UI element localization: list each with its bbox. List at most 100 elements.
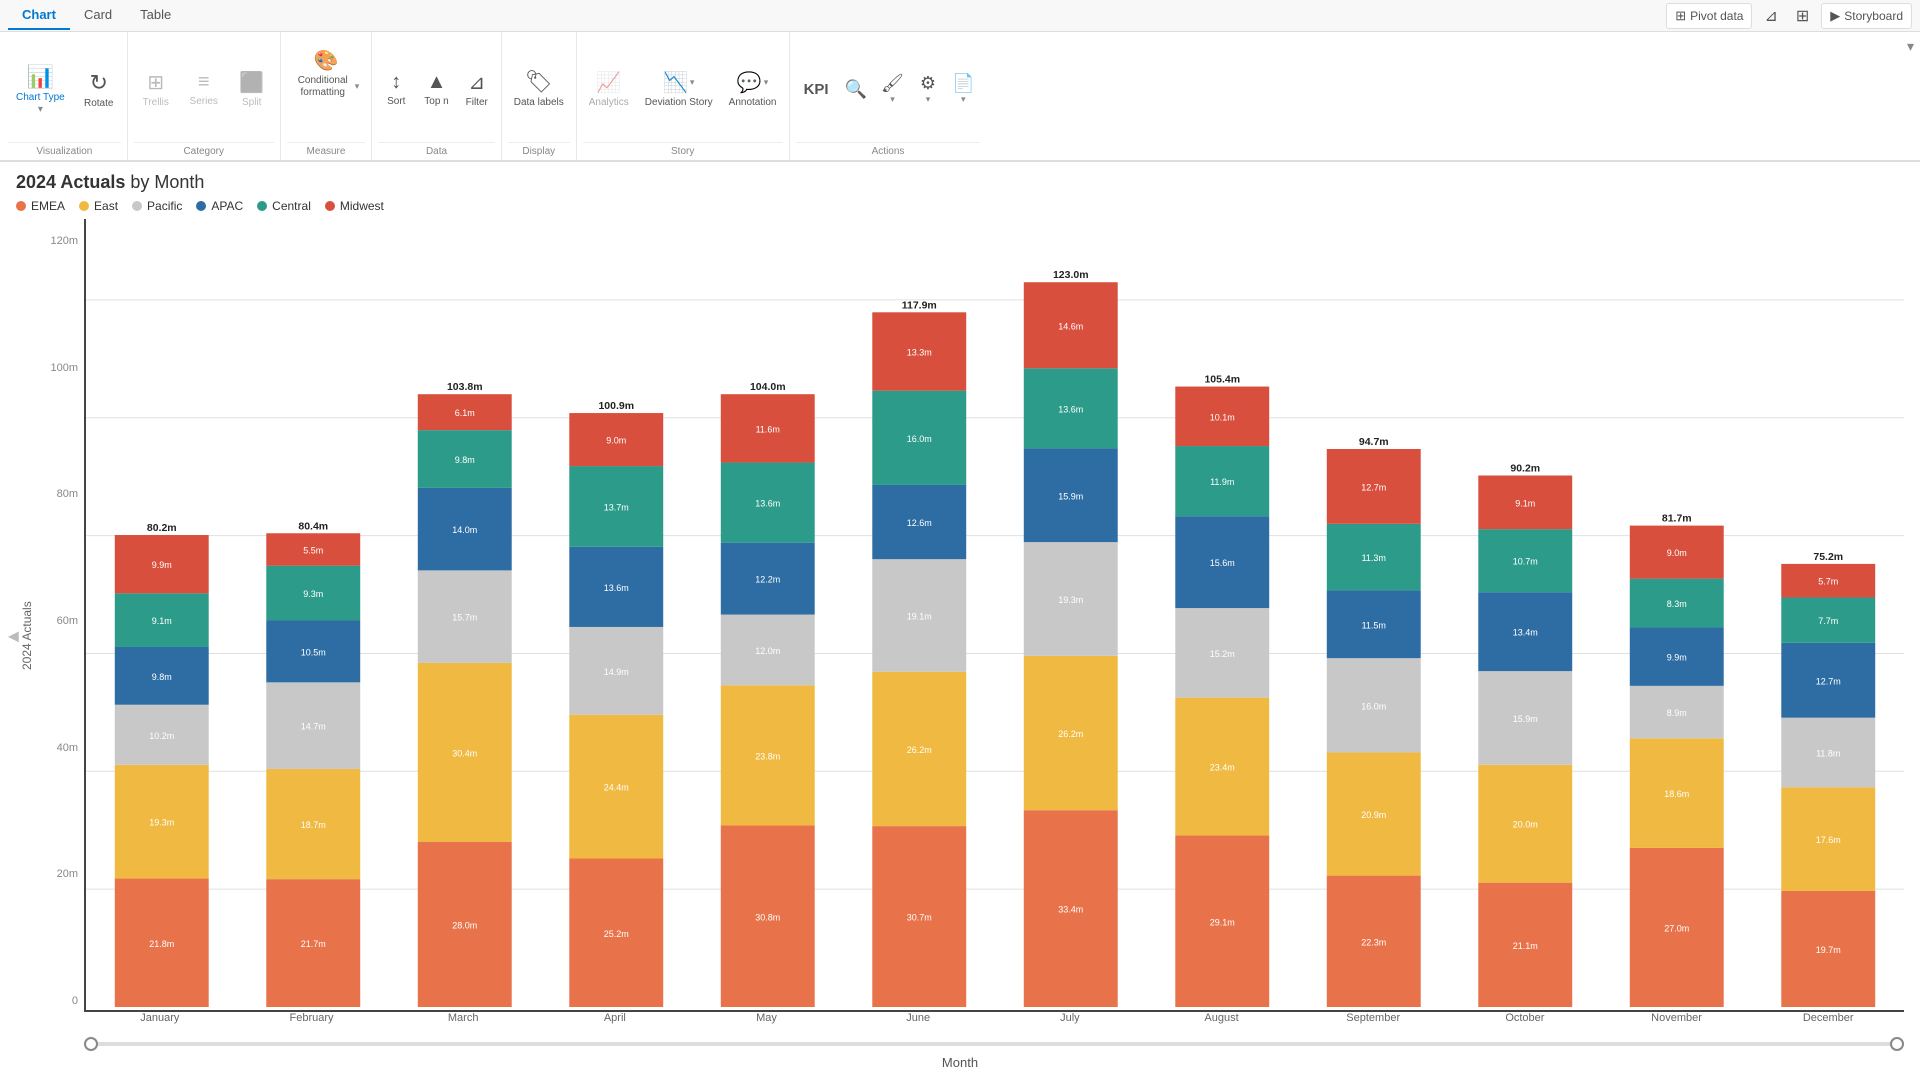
- deviation-icon: 📉: [663, 70, 688, 95]
- bar-segment-label: 17.6m: [1816, 835, 1841, 845]
- y-tick: 80m: [38, 488, 84, 500]
- legend-item: Pacific: [132, 199, 182, 213]
- bar-segment-label: 18.6m: [1664, 789, 1689, 799]
- search-action-button[interactable]: 🔍: [841, 75, 871, 104]
- conditional-chevron: ▾: [355, 81, 360, 92]
- pivot-data-button[interactable]: ⊞ Pivot data: [1666, 3, 1752, 29]
- bar-segment-label: 19.3m: [1058, 595, 1083, 605]
- x-label: September: [1297, 1012, 1449, 1034]
- display-label: Display: [508, 142, 570, 160]
- pdf-chevron: ▾: [961, 94, 966, 105]
- topn-label: Top n: [424, 96, 448, 107]
- bar-segment-label: 19.3m: [149, 818, 174, 828]
- bar-segment-label: 30.7m: [907, 913, 932, 923]
- legend-dot: [325, 201, 335, 211]
- bar-segment-label: 7.7m: [1818, 616, 1838, 626]
- analytics-button[interactable]: 📈 Analytics: [583, 66, 635, 112]
- tab-card[interactable]: Card: [70, 1, 126, 30]
- x-labels: JanuaryFebruaryMarchAprilMayJuneJulyAugu…: [84, 1012, 1904, 1034]
- storyboard-button[interactable]: ▶ Storyboard: [1821, 3, 1912, 29]
- visualization-label: Visualization: [8, 142, 121, 160]
- tab-chart[interactable]: Chart: [8, 1, 70, 30]
- bar-segment-label: 15.6m: [1210, 558, 1235, 568]
- legend-label: East: [94, 199, 118, 213]
- y-tick: 100m: [38, 362, 84, 374]
- bar-segment-label: 10.1m: [1210, 412, 1235, 422]
- bar-total-label: 100.9m: [598, 400, 634, 412]
- x-label: April: [539, 1012, 691, 1034]
- split-icon: ⬛: [239, 70, 264, 95]
- bar-segment-label: 9.1m: [1515, 498, 1535, 508]
- bar-total-label: 80.2m: [147, 522, 177, 534]
- bar-segment-label: 15.9m: [1058, 491, 1083, 501]
- toolbar-expand-button[interactable]: ▾: [1903, 32, 1918, 160]
- slider-handle-left[interactable]: [84, 1037, 98, 1051]
- brush-button[interactable]: 🖌 ▾: [875, 69, 910, 109]
- bar-segment-label: 22.3m: [1361, 937, 1386, 947]
- bar-segment-label: 21.8m: [149, 939, 174, 949]
- bar-total-label: 123.0m: [1053, 269, 1089, 281]
- trellis-icon: ⊞: [147, 70, 164, 95]
- sort-icon: ↕: [391, 71, 401, 94]
- gear-button[interactable]: ⚙ ▾: [914, 69, 942, 109]
- bar-segment-label: 12.2m: [755, 575, 780, 585]
- slider-handle-right[interactable]: [1890, 1037, 1904, 1051]
- conditional-formatting-button[interactable]: 🎨 Conditional formatting ▾: [287, 44, 366, 103]
- bar-segment-label: 19.7m: [1816, 945, 1841, 955]
- bar-segment-label: 10.7m: [1513, 557, 1538, 567]
- data-group: ↕ Sort ▲ Top n ⊿ Filter Data: [372, 32, 501, 160]
- y-tick: 120m: [38, 235, 84, 247]
- x-label: March: [387, 1012, 539, 1034]
- x-label: July: [994, 1012, 1146, 1034]
- bar-segment-label: 20.9m: [1361, 810, 1386, 820]
- bar-segment-label: 13.6m: [604, 583, 629, 593]
- y-tick: 60m: [38, 615, 84, 627]
- bar-segment-label: 9.8m: [455, 455, 475, 465]
- series-label: Series: [190, 96, 218, 107]
- bar-segment-label: 8.9m: [1667, 708, 1687, 718]
- pdf-button[interactable]: 📄 ▾: [946, 69, 980, 109]
- rotate-button[interactable]: ↻ Rotate: [77, 66, 121, 113]
- bar-segment-label: 6.1m: [455, 408, 475, 418]
- x-label: October: [1449, 1012, 1601, 1034]
- category-label: Category: [134, 142, 274, 160]
- deviation-button[interactable]: 📉 ▾ Deviation Story: [639, 66, 719, 113]
- bar-segment-label: 11.6m: [756, 424, 780, 434]
- filter-button[interactable]: ⊿: [1758, 2, 1783, 30]
- tab-table[interactable]: Table: [126, 1, 185, 30]
- series-button[interactable]: ≡ Series: [182, 67, 226, 111]
- bar-segment-label: 9.9m: [1667, 653, 1687, 663]
- chart-type-button[interactable]: 📊 Chart Type ▾: [8, 60, 73, 119]
- x-label: November: [1601, 1012, 1753, 1034]
- split-button[interactable]: ⬛ Split: [230, 66, 274, 112]
- filter-toolbar-icon: ⊿: [468, 70, 485, 95]
- trellis-label: Trellis: [143, 97, 169, 108]
- bar-segment-label: 13.6m: [755, 499, 780, 509]
- y-tick: 40m: [38, 742, 84, 754]
- bar-segment-label: 11.5m: [1362, 620, 1386, 630]
- y-axis-label: 2024 Actuals: [16, 219, 38, 1053]
- rotate-label: Rotate: [84, 98, 113, 109]
- kpi-button[interactable]: KPI: [796, 77, 837, 102]
- grid-button[interactable]: ⊞: [1790, 2, 1815, 30]
- annotation-icon: 💬: [737, 70, 762, 95]
- datalabels-icon: 🏷: [525, 69, 553, 95]
- annotation-button[interactable]: 💬 ▾ Annotation: [723, 66, 783, 112]
- filter-toolbar-button[interactable]: ⊿ Filter: [459, 66, 495, 112]
- trellis-button[interactable]: ⊞ Trellis: [134, 66, 178, 112]
- topn-button[interactable]: ▲ Top n: [418, 67, 454, 111]
- bar-segment-label: 9.3m: [303, 589, 323, 599]
- x-label: January: [84, 1012, 236, 1034]
- bar-segment-label: 13.4m: [1513, 628, 1538, 638]
- bar-total-label: 104.0m: [750, 381, 786, 393]
- chart-expand-arrow[interactable]: ◀: [8, 628, 19, 645]
- brush-chevron: ▾: [890, 94, 895, 105]
- datalabels-button[interactable]: 🏷 Data labels: [508, 65, 570, 113]
- bar-segment-label: 15.9m: [1513, 714, 1538, 724]
- bar-segment-label: 5.5m: [303, 545, 323, 555]
- legend-item: APAC: [196, 199, 243, 213]
- bar-segment-label: 10.5m: [301, 647, 326, 657]
- sort-button[interactable]: ↕ Sort: [378, 67, 414, 111]
- bar-segment-label: 28.0m: [452, 921, 477, 931]
- topn-icon: ▲: [427, 71, 447, 94]
